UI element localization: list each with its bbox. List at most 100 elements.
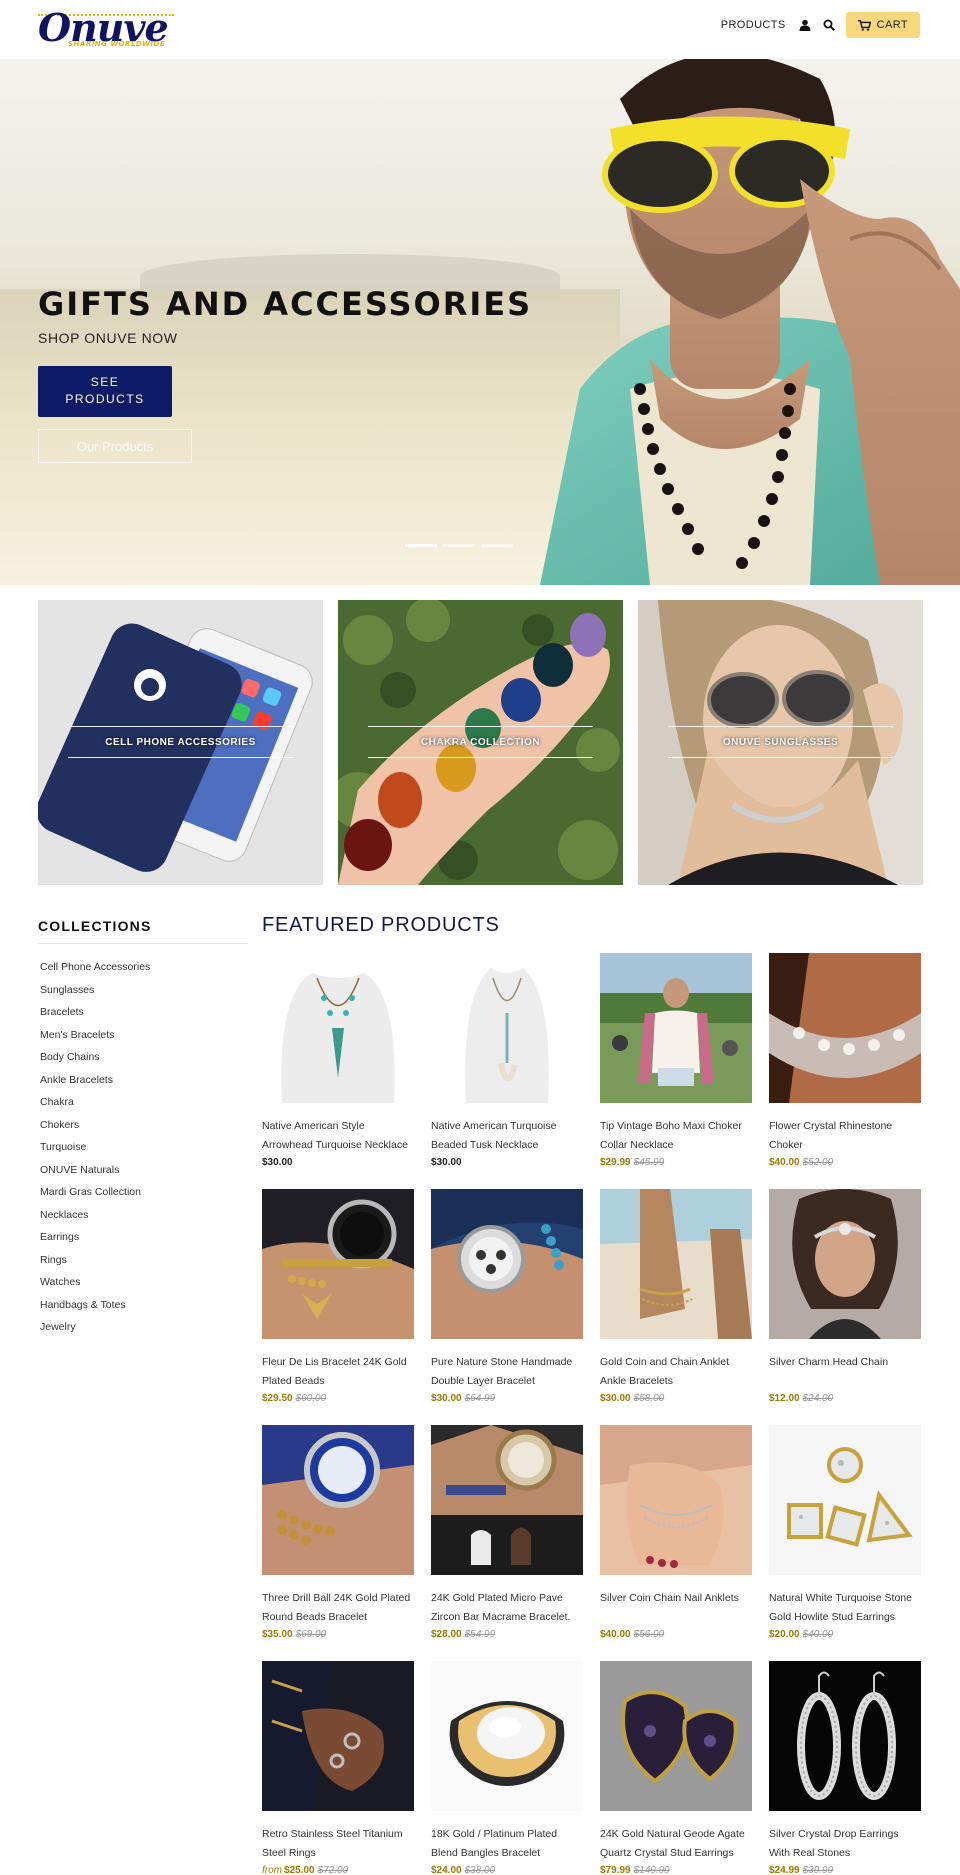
product-card[interactable]: Native American Turquoise Beaded Tusk Ne…: [431, 953, 583, 1168]
sidebar-item-sunglasses[interactable]: Sunglasses: [38, 979, 248, 1002]
product-image[interactable]: [262, 1425, 414, 1575]
product-card[interactable]: Pure Nature Stone Handmade Double Layer …: [431, 1189, 583, 1404]
cart-button[interactable]: CART: [845, 12, 920, 38]
current-price: $40.00: [600, 1629, 631, 1640]
current-price: $35.00: [262, 1629, 293, 1640]
product-card[interactable]: Silver Coin Chain Nail Anklets $40.00 $56.…: [600, 1425, 752, 1640]
product-image[interactable]: [431, 1425, 583, 1575]
product-name[interactable]: Silver Charm Head Chain: [769, 1353, 921, 1391]
product-image[interactable]: [769, 1425, 921, 1575]
product-card[interactable]: Silver Charm Head Chain $12.00 $24.00: [769, 1189, 921, 1404]
product-name[interactable]: Fleur De Lis Bracelet 24K Gold Plated Be…: [262, 1353, 414, 1391]
product-image[interactable]: [769, 1661, 921, 1811]
sidebar-item-body-chains[interactable]: Body Chains: [38, 1046, 248, 1069]
site-logo[interactable]: Onuve SHARING WORLDWIDE: [38, 8, 178, 52]
price-from-label: from: [262, 1865, 282, 1875]
sidebar-item-cell-phone-accessories[interactable]: Cell Phone Accessories: [38, 956, 248, 979]
compare-at-price: $58.00: [633, 1393, 665, 1404]
product-price: $30.00 $58.00: [600, 1393, 752, 1404]
current-price: $30.00: [600, 1393, 631, 1404]
sidebar-item-ankle-bracelets[interactable]: Ankle Bracelets: [38, 1069, 248, 1092]
compare-at-price: $38.00: [464, 1865, 496, 1875]
site-header: Onuve SHARING WORLDWIDE PRODUCTS CART: [0, 0, 960, 59]
sidebar-item-turquoise[interactable]: Turquoise: [38, 1136, 248, 1159]
product-image[interactable]: [431, 953, 583, 1103]
logo-tagline: SHARING WORLDWIDE: [68, 40, 166, 48]
see-products-button[interactable]: SEE PRODUCTS: [38, 366, 172, 417]
product-card[interactable]: Flower Crystal Rhinestone Choker $40.00 $5…: [769, 953, 921, 1168]
product-name[interactable]: Tip Vintage Boho Maxi Choker Collar Neck…: [600, 1117, 752, 1155]
product-name[interactable]: Silver Coin Chain Nail Anklets: [600, 1589, 752, 1627]
nav-products-link[interactable]: PRODUCTS: [721, 19, 786, 31]
collection-tile-chakra[interactable]: CHAKRA COLLECTION: [338, 600, 623, 885]
sidebar-item-bracelets[interactable]: Bracelets: [38, 1001, 248, 1024]
product-name[interactable]: Gold Coin and Chain Anklet Ankle Bracele…: [600, 1353, 752, 1391]
product-card[interactable]: Tip Vintage Boho Maxi Choker Collar Neck…: [600, 953, 752, 1168]
product-card[interactable]: Native American Style Arrowhead Turquois…: [262, 953, 414, 1168]
product-card[interactable]: 24K Gold Natural Geode Agate Quartz Crys…: [600, 1661, 752, 1875]
product-image[interactable]: [431, 1189, 583, 1339]
sidebar-item-earrings[interactable]: Earrings: [38, 1226, 248, 1249]
sidebar-item-handbags-totes[interactable]: Handbags & Totes: [38, 1294, 248, 1317]
product-image[interactable]: [262, 1661, 414, 1811]
compare-at-price: $24.00: [802, 1393, 834, 1404]
product-card[interactable]: 24K Gold Plated Micro Pave Zircon Bar Ma…: [431, 1425, 583, 1640]
slide-dot-1[interactable]: [405, 544, 437, 547]
sidebar-item-rings[interactable]: Rings: [38, 1249, 248, 1272]
sidebar-item-mardi-gras-collection[interactable]: Mardi Gras Collection: [38, 1181, 248, 1204]
product-image[interactable]: [769, 1189, 921, 1339]
tile-label: ONUVE SUNGLASSES: [722, 736, 839, 748]
product-image[interactable]: [600, 953, 752, 1103]
product-name[interactable]: Pure Nature Stone Handmade Double Layer …: [431, 1353, 583, 1391]
sidebar-item-necklaces[interactable]: Necklaces: [38, 1204, 248, 1227]
sidebar-item-chokers[interactable]: Chokers: [38, 1114, 248, 1137]
product-name[interactable]: 24K Gold Natural Geode Agate Quartz Crys…: [600, 1825, 752, 1863]
product-image[interactable]: [262, 953, 414, 1103]
slide-dot-2[interactable]: [443, 544, 475, 547]
product-name[interactable]: 24K Gold Plated Micro Pave Zircon Bar Ma…: [431, 1589, 583, 1627]
search-icon[interactable]: [822, 18, 836, 32]
sidebar-item-onuve-naturals[interactable]: ONUVE Naturals: [38, 1159, 248, 1182]
collection-tile-cell-phone[interactable]: CELL PHONE ACCESSORIES: [38, 600, 323, 885]
current-price: $30.00: [262, 1157, 293, 1168]
hero-model-image: [540, 59, 960, 585]
featured-products-title: FEATURED PRODUCTS: [262, 914, 500, 936]
collection-tile-sunglasses[interactable]: ONUVE SUNGLASSES: [638, 600, 923, 885]
current-price: $29.50: [262, 1393, 293, 1404]
product-image[interactable]: [600, 1425, 752, 1575]
product-name[interactable]: Silver Crystal Drop Earrings With Real S…: [769, 1825, 921, 1863]
product-image[interactable]: [431, 1661, 583, 1811]
product-card[interactable]: Fleur De Lis Bracelet 24K Gold Plated Be…: [262, 1189, 414, 1404]
our-products-button[interactable]: Our Products: [38, 429, 192, 463]
product-price: from $25.00 $72.00: [262, 1865, 414, 1875]
product-name[interactable]: Native American Style Arrowhead Turquois…: [262, 1117, 414, 1155]
compare-at-price: $52.00: [802, 1157, 834, 1168]
product-card[interactable]: Retro Stainless Steel Titanium Steel Rin…: [262, 1661, 414, 1875]
product-card[interactable]: Gold Coin and Chain Anklet Ankle Bracele…: [600, 1189, 752, 1404]
sidebar-item-jewelry[interactable]: Jewelry: [38, 1316, 248, 1339]
hero-slideshow: GIFTS AND ACCESSORIES SHOP ONUVE NOW SEE…: [0, 59, 960, 585]
product-image[interactable]: [600, 1189, 752, 1339]
sidebar-item-watches[interactable]: Watches: [38, 1271, 248, 1294]
product-name[interactable]: 18K Gold / Platinum Plated Blend Bangles…: [431, 1825, 583, 1863]
product-image[interactable]: [600, 1661, 752, 1811]
product-card[interactable]: Silver Crystal Drop Earrings With Real S…: [769, 1661, 921, 1875]
product-price: $29.99 $45.99: [600, 1157, 752, 1168]
product-name[interactable]: Three Drill Ball 24K Gold Plated Round B…: [262, 1589, 414, 1627]
product-name[interactable]: Flower Crystal Rhinestone Choker: [769, 1117, 921, 1155]
current-price: $24.00: [431, 1865, 462, 1875]
product-name[interactable]: Native American Turquoise Beaded Tusk Ne…: [431, 1117, 583, 1155]
product-card[interactable]: 18K Gold / Platinum Plated Blend Bangles…: [431, 1661, 583, 1875]
sidebar-item-men-s-bracelets[interactable]: Men's Bracelets: [38, 1024, 248, 1047]
product-image[interactable]: [262, 1189, 414, 1339]
slide-dot-3[interactable]: [481, 544, 513, 547]
product-name[interactable]: Natural White Turquoise Stone Gold Howli…: [769, 1589, 921, 1627]
product-image[interactable]: [769, 953, 921, 1103]
sidebar-item-chakra[interactable]: Chakra: [38, 1091, 248, 1114]
account-icon[interactable]: [798, 18, 812, 32]
current-price: $30.00: [431, 1393, 462, 1404]
product-name[interactable]: Retro Stainless Steel Titanium Steel Rin…: [262, 1825, 414, 1863]
product-card[interactable]: Natural White Turquoise Stone Gold Howli…: [769, 1425, 921, 1640]
compare-at-price: $45.99: [633, 1157, 665, 1168]
product-card[interactable]: Three Drill Ball 24K Gold Plated Round B…: [262, 1425, 414, 1640]
